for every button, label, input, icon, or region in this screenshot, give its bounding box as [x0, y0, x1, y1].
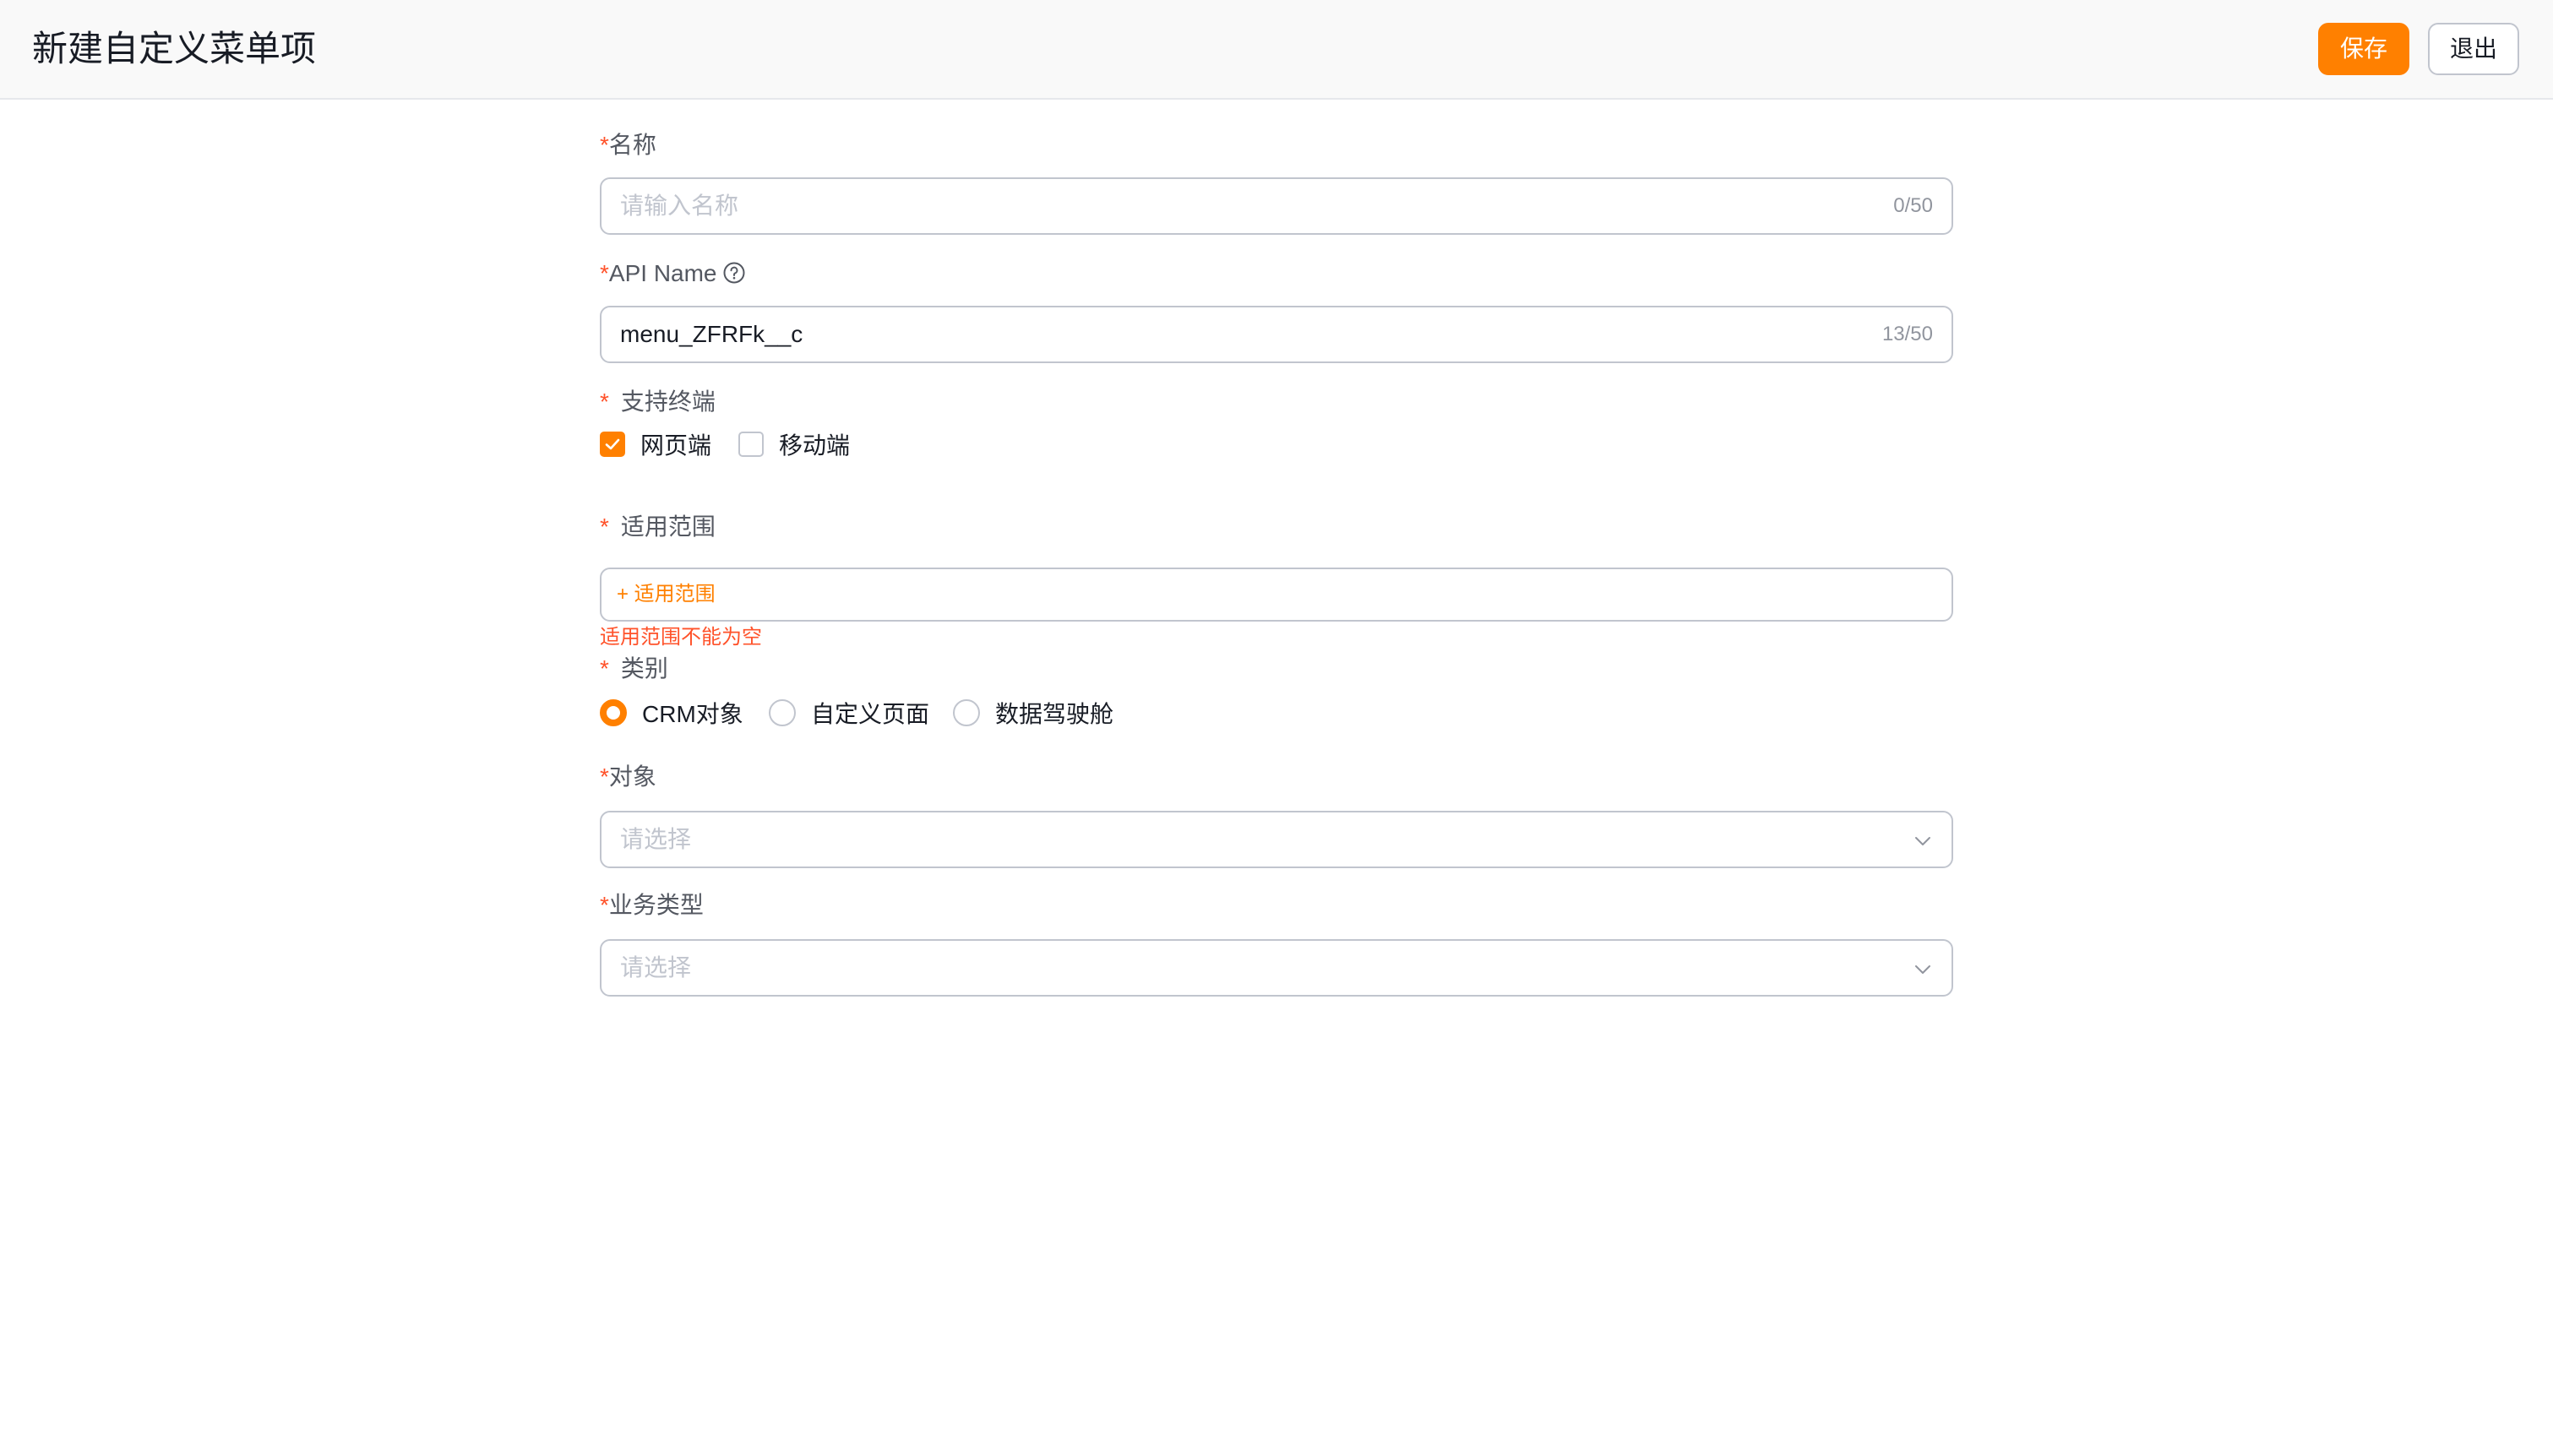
radio-selected[interactable] — [600, 699, 627, 726]
category-option-label: 自定义页面 — [811, 701, 930, 727]
checkbox-unchecked[interactable] — [738, 432, 764, 457]
category-option-label: CRM对象 — [642, 701, 743, 727]
terminal-option-label: 网页端 — [640, 432, 712, 459]
category-option-crm-object[interactable]: CRM对象 — [600, 696, 743, 730]
chevron-down-icon — [1915, 965, 1930, 974]
business-type-label: *业务类型 — [600, 892, 704, 918]
required-mark: * — [600, 892, 609, 918]
name-label: *名称 — [600, 132, 656, 158]
exit-button[interactable]: 退出 — [2428, 23, 2519, 75]
chevron-down-icon — [1915, 837, 1930, 845]
api-name-input[interactable]: menu_ZFRFk__c 13/50 — [600, 306, 1953, 363]
object-label: *对象 — [600, 763, 656, 790]
radio-unselected[interactable] — [769, 699, 796, 726]
business-type-select[interactable]: 请选择 — [600, 939, 1953, 997]
terminals-label: * 支持终端 — [600, 388, 716, 415]
api-name-char-counter: 13/50 — [1881, 323, 1933, 345]
scope-selector[interactable]: + 适用范围 — [600, 568, 1953, 622]
checkbox-checked[interactable] — [600, 432, 625, 457]
required-mark: * — [600, 388, 609, 415]
business-type-placeholder: 请选择 — [620, 954, 692, 981]
api-name-label: *API Name — [600, 257, 746, 291]
required-mark: * — [600, 513, 609, 540]
category-option-data-cockpit[interactable]: 数据驾驶舱 — [953, 696, 1113, 730]
object-select[interactable]: 请选择 — [600, 811, 1953, 868]
required-mark: * — [600, 132, 609, 158]
terminal-option-label: 移动端 — [779, 432, 851, 459]
add-scope-link[interactable]: + 适用范围 — [617, 569, 716, 620]
name-placeholder: 请输入名称 — [620, 193, 739, 219]
scope-label: * 适用范围 — [600, 513, 716, 540]
required-mark: * — [600, 763, 609, 790]
category-option-label: 数据驾驶舱 — [995, 701, 1114, 727]
category-label: * 类别 — [600, 655, 668, 682]
name-char-counter: 0/50 — [1893, 194, 1933, 217]
required-mark: * — [600, 260, 609, 286]
page-header: 新建自定义菜单项 保存 退出 — [0, 0, 2553, 100]
object-placeholder: 请选择 — [620, 826, 692, 852]
required-mark: * — [600, 655, 609, 682]
terminal-option-web[interactable]: 网页端 — [600, 427, 711, 461]
name-input[interactable]: 请输入名称 0/50 — [600, 177, 1953, 235]
api-name-value: menu_ZFRFk__c — [620, 321, 803, 347]
save-button[interactable]: 保存 — [2318, 23, 2409, 75]
checkmark-icon — [605, 438, 620, 450]
radio-unselected[interactable] — [953, 699, 980, 726]
scope-error-message: 适用范围不能为空 — [600, 626, 762, 649]
help-circle-icon[interactable] — [722, 261, 746, 285]
terminal-option-mobile[interactable]: 移动端 — [738, 427, 850, 461]
category-option-custom-page[interactable]: 自定义页面 — [769, 696, 929, 730]
page-title: 新建自定义菜单项 — [32, 29, 317, 68]
